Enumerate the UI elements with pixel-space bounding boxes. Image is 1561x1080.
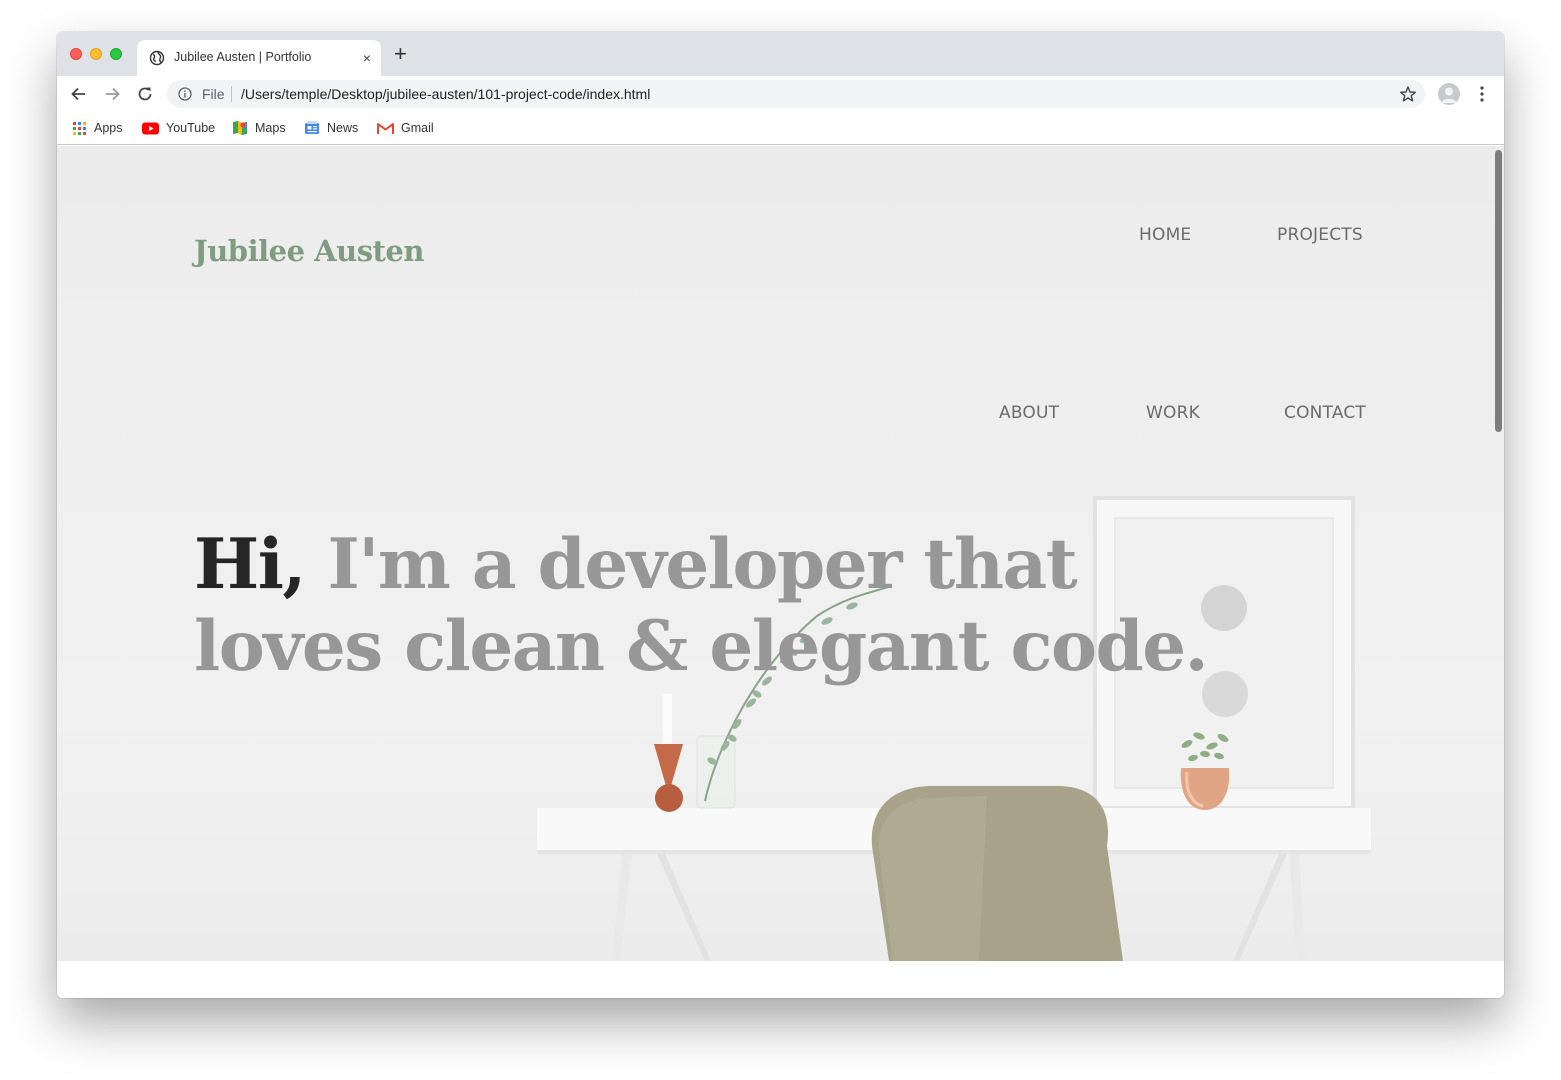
- bookmark-star-icon[interactable]: [1399, 85, 1417, 103]
- minimize-window-button[interactable]: [90, 48, 102, 60]
- bookmarks-bar: Apps YouTube Maps News Gmail: [57, 112, 1504, 145]
- news-icon: [305, 121, 319, 134]
- close-tab-icon[interactable]: ×: [363, 50, 371, 66]
- nav-home-link[interactable]: HOME: [1139, 225, 1191, 245]
- nav-projects-link[interactable]: PROJECTS: [1277, 225, 1363, 245]
- bookmark-label: YouTube: [166, 121, 216, 135]
- profile-avatar-icon[interactable]: [1438, 83, 1460, 105]
- browser-window: Jubilee Austen | Portfolio × + File /Use…: [57, 32, 1504, 998]
- back-arrow-icon[interactable]: [69, 84, 89, 104]
- bookmark-apps[interactable]: Apps: [72, 119, 123, 137]
- bookmark-label: Maps: [255, 121, 286, 135]
- nav-work-link[interactable]: WORK: [1146, 403, 1200, 423]
- bookmark-label: News: [327, 121, 359, 135]
- new-tab-button[interactable]: +: [394, 43, 407, 65]
- tab-strip: Jubilee Austen | Portfolio × +: [57, 32, 1504, 76]
- nav-contact-link[interactable]: CONTACT: [1284, 403, 1366, 423]
- nav-about-link[interactable]: ABOUT: [999, 403, 1059, 423]
- hero-headline: Hi, I'm a developer that loves clean & e…: [194, 524, 1274, 688]
- maps-icon: [233, 121, 247, 135]
- bookmark-youtube[interactable]: YouTube: [142, 119, 215, 137]
- apps-grid-icon: [73, 121, 86, 135]
- gmail-icon: [377, 122, 394, 134]
- address-bar[interactable]: File /Users/temple/Desktop/jubilee-auste…: [167, 80, 1425, 108]
- url-scheme-label: File: [202, 86, 225, 102]
- page-viewport: Jubilee Austen HOME PROJECTS ABOUT WORK …: [57, 146, 1504, 998]
- active-tab[interactable]: Jubilee Austen | Portfolio ×: [137, 40, 381, 76]
- url-separator: [231, 86, 232, 102]
- hero-comma: ,: [282, 524, 306, 605]
- browser-toolbar: File /Users/temple/Desktop/jubilee-auste…: [57, 76, 1504, 112]
- bookmark-news[interactable]: News: [304, 119, 358, 137]
- tab-title: Jubilee Austen | Portfolio: [174, 50, 312, 64]
- bookmark-maps[interactable]: Maps: [232, 119, 286, 137]
- site-logo[interactable]: Jubilee Austen: [194, 234, 424, 268]
- url-text[interactable]: /Users/temple/Desktop/jubilee-austen/101…: [241, 86, 650, 102]
- bookmark-gmail[interactable]: Gmail: [377, 119, 434, 137]
- hero-section: Jubilee Austen HOME PROJECTS ABOUT WORK …: [57, 146, 1504, 961]
- bookmark-label: Gmail: [401, 121, 434, 135]
- bookmark-label: Apps: [94, 121, 123, 135]
- hero-tagline: I'm a developer that loves clean & elega…: [194, 524, 1209, 687]
- forward-arrow-icon[interactable]: [102, 84, 122, 104]
- reload-icon[interactable]: [135, 84, 155, 104]
- maximize-window-button[interactable]: [110, 48, 122, 60]
- globe-icon: [149, 50, 165, 66]
- page-scrollbar[interactable]: [1495, 150, 1502, 432]
- hero-greeting: Hi: [194, 524, 284, 605]
- youtube-icon: [142, 122, 159, 134]
- close-window-button[interactable]: [70, 48, 82, 60]
- more-menu-icon[interactable]: [1475, 84, 1489, 104]
- info-icon[interactable]: [178, 87, 192, 101]
